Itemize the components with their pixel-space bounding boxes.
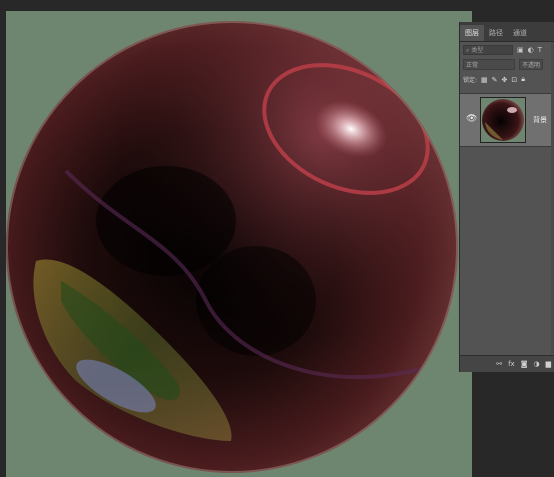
- eye-icon[interactable]: 👁︎: [466, 114, 477, 124]
- panel-tab-bar: 图层 路径 通道: [460, 22, 554, 42]
- filter-pixel-icon[interactable]: ▣: [517, 46, 524, 54]
- thumbnail-image: [482, 99, 524, 141]
- filter-type-icon[interactable]: T: [538, 46, 542, 54]
- layers-footer: ⚯ fx ◙ ◑ ▆: [460, 355, 554, 372]
- document-canvas[interactable]: [6, 11, 472, 477]
- search-icon: ⌕: [466, 46, 470, 54]
- filter-adjustment-icon[interactable]: ◐: [528, 46, 534, 54]
- tab-layers[interactable]: 图层: [460, 25, 484, 41]
- opacity-label: 不透明: [519, 59, 543, 70]
- lock-row: 锁定: ▦ ✎ ✥ ⊡ 🔒︎: [460, 72, 554, 87]
- mask-icon[interactable]: ◙: [521, 360, 528, 368]
- adjustment-icon[interactable]: ◑: [534, 360, 540, 368]
- layers-panel: 图层 路径 通道 ⌕ 类型 ▣ ◐ T 正常 不透明 锁定: ▦ ✎ ✥ ⊡ 🔒…: [459, 22, 554, 372]
- group-icon[interactable]: ▆: [546, 360, 551, 368]
- glass-sphere-artwork: [6, 21, 458, 473]
- blend-row: 正常 不透明: [460, 57, 554, 72]
- layer-kind-label: 类型: [471, 46, 484, 54]
- sphere-thumbnail: [480, 97, 526, 143]
- lock-position-icon[interactable]: ✥: [502, 76, 508, 84]
- blend-mode-select[interactable]: 正常: [463, 59, 515, 70]
- lock-transparent-icon[interactable]: ▦: [481, 76, 488, 84]
- lock-artboard-icon[interactable]: ⊡: [511, 76, 517, 84]
- link-icon[interactable]: ⚯: [496, 360, 502, 368]
- tab-channels[interactable]: 通道: [508, 25, 532, 41]
- lock-all-icon[interactable]: 🔒︎: [521, 75, 525, 84]
- tab-paths[interactable]: 路径: [484, 25, 508, 41]
- layer-row-background[interactable]: 👁︎ 背景: [460, 93, 554, 147]
- layer-name: 背景: [533, 116, 547, 124]
- lock-label: 锁定:: [463, 77, 478, 84]
- lock-image-icon[interactable]: ✎: [492, 76, 498, 84]
- fx-icon[interactable]: fx: [508, 360, 515, 368]
- layer-kind-filter[interactable]: ⌕ 类型: [463, 44, 513, 55]
- layer-filter-row: ⌕ 类型 ▣ ◐ T: [460, 42, 554, 57]
